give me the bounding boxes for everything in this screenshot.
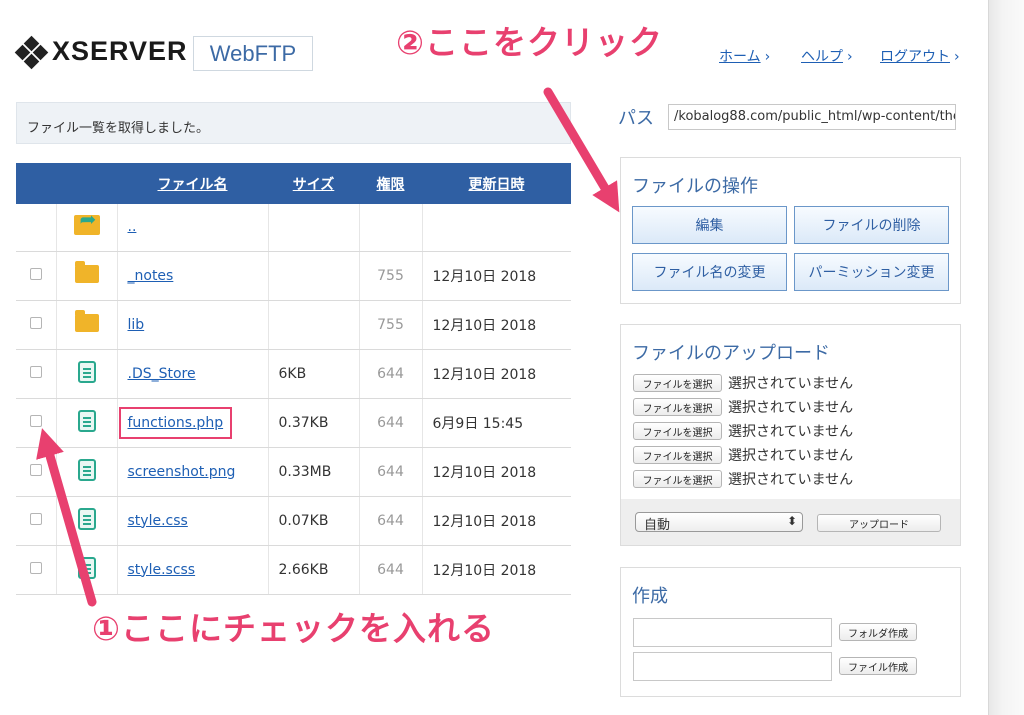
arrow-to-edit	[543, 87, 620, 213]
arrow-to-checkbox	[36, 428, 97, 607]
annotation-step1: ①ここにチェックを入れる	[92, 609, 495, 648]
annotation-step2: ②ここをクリック	[396, 23, 663, 62]
